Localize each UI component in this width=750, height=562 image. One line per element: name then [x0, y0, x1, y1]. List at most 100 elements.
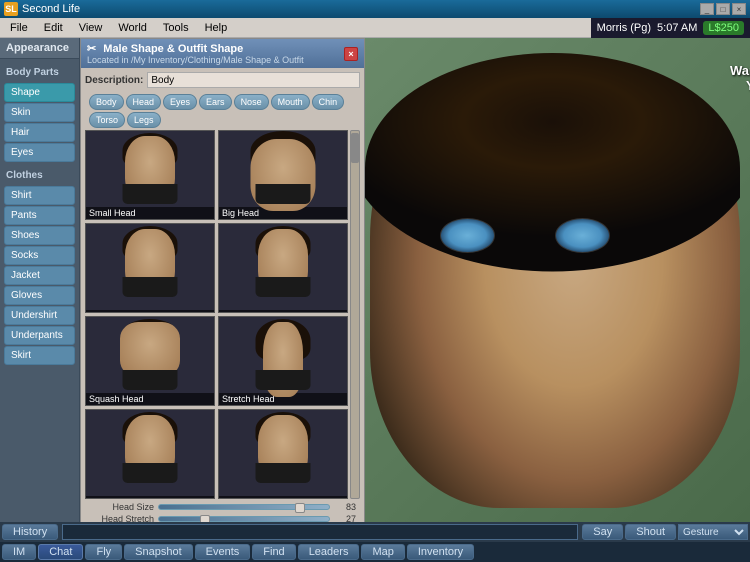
close-button[interactable]: ×: [732, 3, 746, 15]
head-size-row: Head Size 83: [89, 502, 356, 512]
thumb-label-3: [86, 310, 214, 312]
fly-button[interactable]: Fly: [85, 544, 122, 560]
thumb-face-5: [120, 322, 180, 377]
description-input[interactable]: [147, 72, 360, 88]
part-btn-torso[interactable]: Torso: [89, 112, 125, 128]
thumb-label-5: Squash Head: [86, 393, 214, 405]
thumb-label-1: Small Head: [86, 207, 214, 219]
sidebar-item-socks[interactable]: Socks: [4, 246, 75, 265]
head-size-label: Head Size: [89, 502, 154, 512]
thumb-shirt-3: [123, 277, 178, 297]
inventory-button[interactable]: Inventory: [407, 544, 474, 560]
thumb-shirt-1: [123, 184, 178, 204]
menu-file[interactable]: File: [2, 18, 36, 37]
sidebar-title: Appearance: [0, 38, 79, 59]
chat-button[interactable]: Chat: [38, 544, 83, 560]
appearance-dialog: ✂ Male Shape & Outfit Shape Located in /…: [80, 38, 365, 522]
say-button[interactable]: Say: [582, 524, 623, 540]
thumb-small-head[interactable]: Small Head: [85, 130, 215, 220]
part-btn-body[interactable]: Body: [89, 94, 124, 110]
sidebar-item-skirt[interactable]: Skirt: [4, 346, 75, 365]
app-title: Second Life: [22, 3, 700, 15]
avatar-view: Wandering Yaffle: [360, 38, 750, 522]
thumb-shirt-4: [256, 277, 311, 297]
find-button[interactable]: Find: [252, 544, 295, 560]
head-stretch-row: Head Stretch 27: [89, 514, 356, 522]
shout-button[interactable]: Shout: [625, 524, 676, 540]
menu-help[interactable]: Help: [197, 18, 236, 37]
window-controls: _ □ ×: [700, 3, 746, 15]
events-button[interactable]: Events: [195, 544, 251, 560]
history-button[interactable]: History: [2, 524, 58, 540]
thumb-big-head[interactable]: Big Head: [218, 130, 348, 220]
leaders-button[interactable]: Leaders: [298, 544, 360, 560]
thumb-8[interactable]: [218, 409, 348, 499]
part-btn-nose[interactable]: Nose: [234, 94, 269, 110]
head-stretch-value: 27: [334, 514, 356, 522]
menu-tools[interactable]: Tools: [155, 18, 197, 37]
user-name: Morris (Pg): [597, 22, 651, 34]
im-button[interactable]: IM: [2, 544, 36, 560]
thumb-4[interactable]: [218, 223, 348, 313]
sidebar-item-gloves[interactable]: Gloves: [4, 286, 75, 305]
part-btn-legs[interactable]: Legs: [127, 112, 161, 128]
sidebar-item-underpants[interactable]: Underpants: [4, 326, 75, 345]
menu-view[interactable]: View: [71, 18, 111, 37]
sidebar-item-eyes[interactable]: Eyes: [4, 143, 75, 162]
sidebar-item-hair[interactable]: Hair: [4, 123, 75, 142]
dialog-title: Male Shape & Outfit Shape: [103, 43, 243, 55]
main-area: Wandering Yaffle Appearance Body Parts S…: [0, 38, 750, 522]
avatar-right-eye: [555, 218, 610, 253]
snapshot-button[interactable]: Snapshot: [124, 544, 192, 560]
gesture-dropdown[interactable]: Gesture: [678, 524, 748, 540]
head-stretch-label: Head Stretch: [89, 514, 154, 522]
thumb-shirt-6: [256, 370, 311, 390]
part-btn-ears[interactable]: Ears: [199, 94, 232, 110]
thumb-shirt-8: [256, 463, 311, 483]
thumb-label-8: [219, 496, 347, 498]
clothes-label: Clothes: [0, 166, 79, 185]
sidebar-item-pants[interactable]: Pants: [4, 206, 75, 225]
thumb-shirt-5: [123, 370, 178, 390]
head-size-slider[interactable]: [158, 504, 330, 510]
sidebar-item-shirt[interactable]: Shirt: [4, 186, 75, 205]
slider-section: Head Size 83 Head Stretch 27: [85, 499, 360, 522]
dialog-subtitle: Located in /My Inventory/Clothing/Male S…: [87, 55, 304, 65]
sidebar: Appearance Body Parts Shape Skin Hair Ey…: [0, 38, 80, 522]
sidebar-item-undershirt[interactable]: Undershirt: [4, 306, 75, 325]
sidebar-item-shoes[interactable]: Shoes: [4, 226, 75, 245]
money-display: L$250: [703, 21, 744, 35]
thumbnail-scrollbar[interactable]: [350, 130, 360, 499]
maximize-button[interactable]: □: [716, 3, 730, 15]
sidebar-item-shape[interactable]: Shape: [4, 83, 75, 102]
thumbnail-container: Small Head Big Head: [85, 130, 360, 499]
thumb-3[interactable]: [85, 223, 215, 313]
status-area: Morris (Pg) 5:07 AM L$250: [591, 18, 750, 38]
dialog-icon: ✂: [87, 43, 96, 55]
menu-edit[interactable]: Edit: [36, 18, 71, 37]
thumb-stretch-head[interactable]: Stretch Head: [218, 316, 348, 406]
avatar-left-eye: [440, 218, 495, 253]
sidebar-item-jacket[interactable]: Jacket: [4, 266, 75, 285]
thumb-label-7: [86, 496, 214, 498]
map-button[interactable]: Map: [361, 544, 404, 560]
minimize-button[interactable]: _: [700, 3, 714, 15]
avatar-eyes: [440, 218, 660, 278]
bottom-row-2: IM Chat Fly Snapshot Events Find Leaders…: [0, 542, 750, 562]
thumb-squash-head[interactable]: Squash Head: [85, 316, 215, 406]
part-btn-mouth[interactable]: Mouth: [271, 94, 310, 110]
dialog-body: Description: Body Head Eyes Ears Nose Mo…: [81, 68, 364, 522]
thumb-7[interactable]: [85, 409, 215, 499]
titlebar: SL Second Life _ □ ×: [0, 0, 750, 18]
sidebar-item-skin[interactable]: Skin: [4, 103, 75, 122]
part-btn-head[interactable]: Head: [126, 94, 162, 110]
nametag: Wandering Yaffle: [730, 63, 750, 93]
dialog-close-button[interactable]: ×: [344, 47, 358, 61]
history-input[interactable]: [62, 524, 578, 540]
thumbnail-grid: Small Head Big Head: [85, 130, 348, 499]
part-btn-eyes[interactable]: Eyes: [163, 94, 197, 110]
menu-world[interactable]: World: [110, 18, 155, 37]
part-btn-chin[interactable]: Chin: [312, 94, 345, 110]
dialog-titlebar: ✂ Male Shape & Outfit Shape Located in /…: [81, 39, 364, 68]
part-buttons: Body Head Eyes Ears Nose Mouth Chin Tors…: [85, 92, 360, 130]
